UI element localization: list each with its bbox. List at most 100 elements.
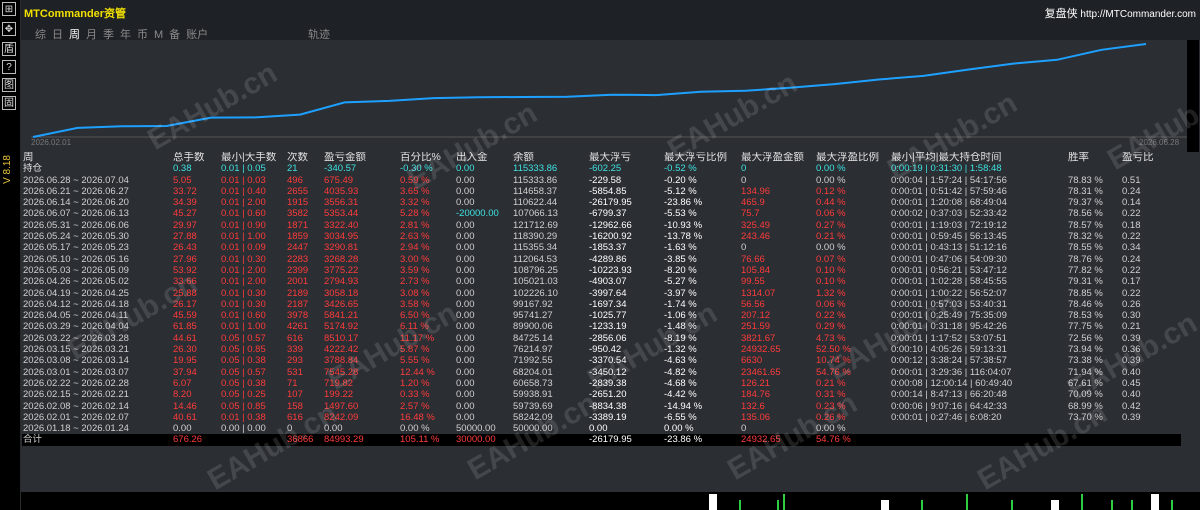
grid-icon[interactable]: ⊞ (2, 2, 16, 16)
activity-bar (1151, 494, 1159, 510)
cell-12: 0:00:01 | 0:59:45 | 56:13:45 (891, 231, 1007, 243)
table-row[interactable]: 2026.06.07 ~ 2026.06.13 45.27 0.01 | 0.60 3… (22, 208, 1181, 219)
cell-13: 72.56 % (1068, 332, 1103, 344)
holding-row[interactable]: 持仓 0.38 0.01 | 0.05 21 -340.57 -0.30 % 0.00 115… (22, 163, 1181, 174)
table-row[interactable]: 2026.05.03 ~ 2026.05.09 53.92 0.01 | 2.00 2… (22, 265, 1181, 276)
cell-13: 78.76 % (1068, 253, 1103, 265)
cell-6: 0.00 (456, 355, 475, 367)
cell-11: 0.07 % (816, 253, 846, 265)
shield-button[interactable]: 盾 (2, 42, 16, 56)
cell-6: 0.00 (456, 400, 475, 412)
cell-10: 99.55 (741, 276, 765, 288)
cell-3: 1871 (287, 219, 309, 231)
table-row[interactable]: 2026.03.22 ~ 2026.03.28 44.61 0.05 | 0.57 6… (22, 333, 1181, 344)
cell-6: 0.00 (456, 242, 475, 254)
cell-13: 78.57 % (1068, 219, 1103, 231)
cell-7: 71992.55 (513, 355, 553, 367)
cell-12: 0:00:01 | 1:20:08 | 68:49:04 (891, 197, 1007, 209)
column-header-10[interactable]: 最大浮盈金额 (740, 152, 815, 163)
column-header-1[interactable]: 总手数 (172, 152, 220, 163)
cell-3: 2655 (287, 185, 309, 197)
cell-9: -4.68 % (664, 377, 697, 389)
cell-7: 110622.44 (513, 197, 558, 209)
cell-9: -3.97 % (664, 287, 697, 299)
cell-9: -1.63 % (664, 242, 697, 254)
brand: 复盘侠 http://MTCommander.com (1045, 5, 1196, 21)
help-button[interactable]: ? (2, 60, 16, 74)
cell-2: 0.01 | 2.00 (221, 197, 266, 209)
column-header-0[interactable]: 周 (22, 152, 172, 163)
column-header-2[interactable]: 最小|大手数 (220, 152, 286, 163)
main-panel: MTCommander资管 复盘侠 http://MTCommander.com… (21, 0, 1200, 510)
cell-8: -6799.37 (589, 208, 627, 220)
cell-9: 0.00 % (664, 423, 694, 435)
table-row[interactable]: 2026.04.12 ~ 2026.04.18 26.17 0.01 | 0.30 2… (22, 299, 1181, 310)
chart-button[interactable]: 图 (2, 78, 16, 92)
activity-bar (709, 494, 717, 510)
cell-0: 2026.02.22 ~ 2026.02.28 (23, 377, 129, 389)
cell-6: 0.00 (456, 174, 475, 186)
brand-url[interactable]: http://MTCommander.com (1080, 9, 1196, 20)
cell-12: 0:00:12 | 3:38:24 | 57:38:57 (891, 355, 1007, 367)
cell-3: 2187 (287, 298, 309, 310)
total-pct: 105.11 % (399, 434, 455, 446)
table-row[interactable]: 2026.05.17 ~ 2026.05.23 26.43 0.01 | 0.09 2… (22, 242, 1181, 253)
cell-12: 0:00:01 | 1:19:03 | 72:19:12 (891, 219, 1007, 231)
cell-4: 3556.31 (324, 197, 359, 209)
table-row[interactable]: 2026.05.31 ~ 2026.06.06 29.97 0.01 | 0.90 1… (22, 220, 1181, 231)
table-row[interactable]: 2026.01.18 ~ 2026.01.24 0.00 0.00 | 0.00 0 0… (22, 423, 1181, 434)
table-row[interactable]: 2026.04.05 ~ 2026.04.11 45.59 0.01 | 0.60 3… (22, 310, 1181, 321)
cell-8: -4903.07 (589, 276, 627, 288)
version-label: V 8.18 (2, 155, 13, 184)
cell-2: 0.01 | 0.09 (221, 242, 266, 254)
cell-4: 3058.18 (324, 287, 359, 299)
cell-2: 0.01 | 0.38 (221, 411, 266, 423)
cell-7: 114658.37 (513, 185, 558, 197)
cell-1: 27.88 (173, 231, 197, 243)
cell-14: 0.26 (1122, 298, 1141, 310)
cell-7: 105021.03 (513, 276, 558, 288)
cell-6: 0.00 (456, 197, 475, 209)
cell-7: 68204.01 (513, 366, 553, 378)
table-row[interactable]: 2026.02.08 ~ 2026.02.14 14.46 0.05 | 0.85 1… (22, 401, 1181, 412)
cell-1: 27.96 (173, 253, 197, 265)
table-row[interactable]: 2026.06.28 ~ 2026.07.04 5.05 0.01 | 0.03 49… (22, 175, 1181, 186)
table-row[interactable]: 2026.05.10 ~ 2026.05.16 27.96 0.01 | 0.30 2… (22, 254, 1181, 265)
cell-10: 184.76 (741, 389, 771, 401)
total-float_loss_pct: -23.86 % (663, 434, 740, 446)
cell-14: 0.24 (1122, 253, 1141, 265)
cell-14: 0.22 (1122, 264, 1141, 276)
cell-11: 0.27 % (816, 219, 846, 231)
cell-8: -1697.34 (589, 298, 627, 310)
table-row[interactable]: 2026.05.24 ~ 2026.05.30 27.88 0.01 | 1.00 1… (22, 231, 1181, 242)
column-header-4[interactable]: 盈亏金额 (323, 152, 399, 163)
cell-6: 0.00 (456, 310, 475, 322)
table-row[interactable]: 2026.06.14 ~ 2026.06.20 34.39 0.01 | 2.00 1… (22, 197, 1181, 208)
table-row[interactable]: 2026.03.15 ~ 2026.03.21 26.30 0.05 | 0.85 3… (22, 344, 1181, 355)
column-header-3[interactable]: 次数 (286, 152, 323, 163)
cell-7: 76214.97 (513, 344, 553, 356)
activity-bar (1011, 500, 1013, 510)
column-header-8[interactable]: 最大浮亏 (588, 152, 663, 163)
cell-8: -3997.64 (589, 287, 627, 299)
table-row[interactable]: 2026.03.29 ~ 2026.04.04 61.85 0.01 | 1.00 4… (22, 321, 1181, 332)
cell-8: 0.00 (589, 423, 608, 435)
column-header-7[interactable]: 余额 (512, 152, 588, 163)
cell-6: 0.00 (456, 366, 475, 378)
pin-button[interactable]: 固 (2, 96, 16, 110)
total-profit: 84993.29 (323, 434, 399, 446)
cell-13: 78.56 % (1068, 208, 1103, 220)
column-header-11[interactable]: 最大浮盈比例 (815, 152, 890, 163)
cell-5: 2.57 % (400, 400, 430, 412)
cell-6: 0.00 (456, 344, 475, 356)
cell-12: 0:00:10 | 4:05:26 | 59:13:31 (891, 344, 1007, 356)
cell-0: 2026.06.14 ~ 2026.06.20 (23, 197, 129, 209)
move-icon[interactable]: ✥ (2, 22, 16, 36)
total-empty (1121, 434, 1181, 446)
cell-2: 0.05 | 0.38 (221, 355, 266, 367)
cell-10: 75.7 (741, 208, 760, 220)
activity-bar (1081, 494, 1083, 510)
table-row[interactable]: 2026.06.21 ~ 2026.06.27 33.72 0.01 | 0.40 2… (22, 186, 1181, 197)
cell-13: 78.32 % (1068, 231, 1103, 243)
cell-9: -5.12 % (664, 185, 697, 197)
